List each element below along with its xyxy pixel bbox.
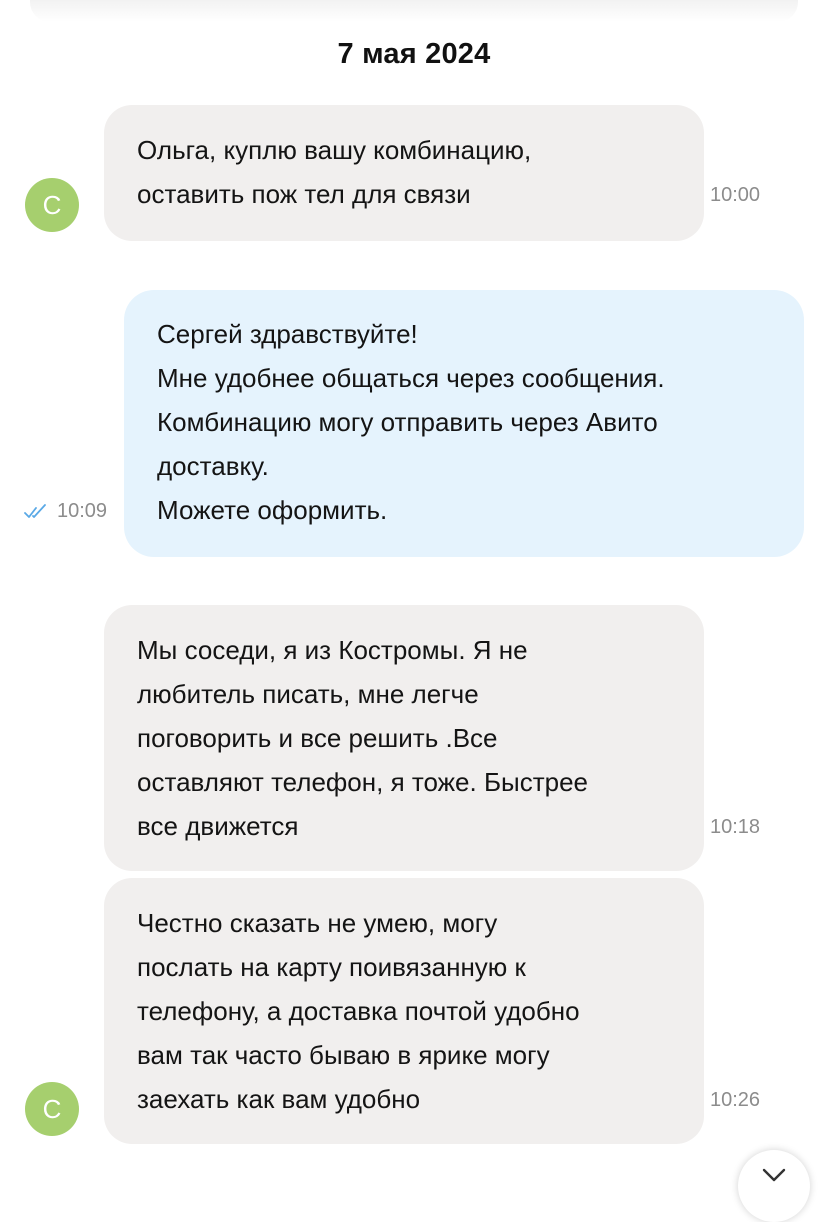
double-check-icon [24, 503, 46, 518]
message-time: 10:26 [710, 1089, 761, 1111]
sender-avatar[interactable]: С [25, 1082, 79, 1136]
sender-avatar[interactable]: С [25, 178, 79, 232]
message-bubble-incoming[interactable]: Ольга, куплю вашу комбинацию, оставить п… [104, 105, 704, 241]
message-meta: 10:09 [24, 500, 107, 523]
message-time: 10:18 [710, 816, 761, 838]
top-bar-shadow [30, 0, 798, 22]
date-separator: 7 мая 2024 [337, 38, 491, 70]
chevron-down-icon [762, 1168, 786, 1182]
message-bubble-incoming[interactable]: Честно сказать не умею, могу послать на … [104, 878, 704, 1144]
message-time: 10:09 [57, 500, 108, 522]
message-bubble-outgoing[interactable]: Сергей здравствуйте! Мне удобнее общатьс… [124, 290, 804, 557]
scroll-down-button[interactable] [738, 1150, 810, 1222]
message-time: 10:00 [710, 184, 761, 206]
message-bubble-incoming[interactable]: Мы соседи, я из Костромы. Я не любитель … [104, 605, 704, 871]
